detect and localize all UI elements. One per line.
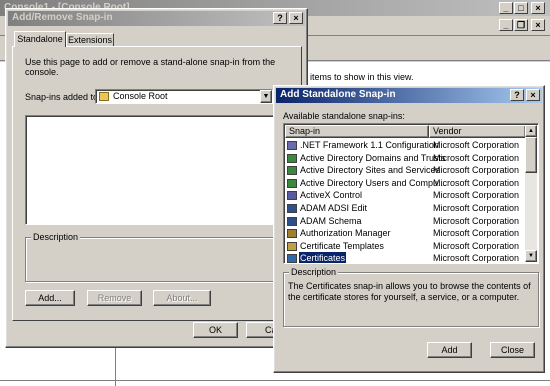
console-maximize-icon[interactable]: □ (514, 2, 528, 14)
ad-domains-icon (287, 153, 297, 163)
snapins-added-to-value: Console Root (113, 91, 168, 101)
ad-sites-icon (287, 166, 297, 176)
authorization-icon (287, 229, 297, 239)
table-row[interactable]: Certificate Templates Microsoft Corporati… (285, 240, 526, 253)
scroll-down-icon[interactable]: ▼ (525, 250, 537, 262)
certificate-templates-icon (287, 241, 297, 251)
snapin-name: Active Directory Domains and Trusts (300, 152, 446, 163)
column-header-vendor[interactable]: Vendor (429, 125, 526, 138)
standalone-close-icon[interactable]: × (526, 89, 540, 101)
snapins-added-to-dropdown[interactable]: Console Root ▼ (95, 89, 273, 104)
snapin-dialog-title: Add/Remove Snap-in (12, 12, 113, 23)
table-row[interactable]: Certificates Microsoft Corporation (285, 251, 526, 264)
table-row[interactable]: Authorization Manager Microsoft Corporati… (285, 227, 526, 240)
table-row[interactable]: ADAM ADSI Edit Microsoft Corporation (285, 202, 526, 215)
standalone-description-group: Description The Certificates snap-in all… (283, 267, 539, 327)
standalone-dialog-titlebar: Add Standalone Snap-in ? × (276, 88, 542, 103)
snapin-vendor: Microsoft Corporation (433, 165, 520, 176)
add-snapin-button[interactable]: Add... (25, 290, 75, 306)
snapin-vendor: Microsoft Corporation (433, 240, 520, 251)
snapin-name: .NET Framework 1.1 Configuration (300, 140, 439, 150)
ok-button[interactable]: OK (193, 322, 238, 338)
table-row[interactable]: .NET Framework 1.1 Configuration Microsof… (285, 139, 526, 152)
schema-icon (287, 216, 297, 226)
close-button[interactable]: Close (490, 342, 535, 358)
snapin-name: ADAM Schema (300, 215, 362, 226)
snapin-close-icon[interactable]: × (289, 12, 303, 24)
scroll-thumb[interactable] (525, 137, 537, 173)
chevron-down-icon[interactable]: ▼ (260, 90, 272, 103)
snapin-help-icon[interactable]: ? (273, 12, 287, 24)
table-row[interactable]: Active Directory Sites and Services Micro… (285, 164, 526, 177)
table-row[interactable]: ADAM Schema Microsoft Corporation (285, 215, 526, 228)
net-framework-icon (287, 141, 297, 150)
console-close-icon[interactable]: × (531, 2, 545, 14)
snapin-name: ADAM ADSI Edit (300, 203, 368, 213)
tab-standalone-label: Standalone (17, 34, 63, 44)
console-hint: items to show in this view. (310, 72, 414, 82)
vertical-scrollbar[interactable]: ▲ ▼ (525, 125, 537, 262)
tab-extensions[interactable]: Extensions (66, 33, 114, 47)
tab-standalone[interactable]: Standalone (14, 31, 66, 47)
snapin-vendor: Microsoft Corporation (433, 140, 520, 150)
console-minimize-icon[interactable]: _ (499, 2, 513, 14)
snapin-vendor: Microsoft Corporation (433, 228, 520, 239)
column-header-snapin[interactable]: Snap-in (285, 125, 429, 138)
snapin-vendor: Microsoft Corporation (433, 177, 520, 188)
snapin-dialog-titlebar: Add/Remove Snap-in ? × (8, 11, 305, 26)
folder-icon (99, 92, 109, 101)
standalone-description-label: Description (289, 267, 339, 277)
scroll-up-icon[interactable]: ▲ (525, 125, 537, 137)
child-minimize-icon[interactable]: _ (499, 19, 513, 31)
snapin-vendor: Microsoft Corporation (433, 203, 520, 213)
standalone-dialog: Add Standalone Snap-in ? × Available sta… (273, 85, 545, 373)
child-close-icon[interactable]: × (531, 19, 545, 31)
ad-users-icon (287, 178, 297, 188)
standalone-description-text: The Certificates snap-in allows you to b… (288, 281, 531, 302)
certificates-icon (287, 254, 297, 263)
snapin-name: Authorization Manager (300, 228, 391, 239)
snapin-name: Active Directory Users and Compu... (300, 177, 446, 188)
snapin-name: ActiveX Control (300, 190, 363, 201)
tab-extensions-label: Extensions (67, 35, 113, 45)
snapin-instruction: Use this page to add or remove a stand-a… (25, 57, 276, 77)
snapin-vendor: Microsoft Corporation (433, 253, 520, 264)
snapin-list[interactable]: Snap-in Vendor .NET Framework 1.1 Config… (283, 123, 539, 264)
snapin-vendor: Microsoft Corporation (433, 215, 520, 226)
snapin-description-group: Description (25, 232, 290, 282)
available-snapins-label: Available standalone snap-ins: (283, 111, 405, 121)
activex-icon (287, 191, 297, 201)
standalone-help-icon[interactable]: ? (510, 89, 524, 101)
table-row[interactable]: Active Directory Domains and Trusts Micro… (285, 152, 526, 165)
snapins-added-to-label: Snap-ins added to: (25, 92, 101, 102)
snapin-name: Certificates (297, 251, 348, 264)
snapin-vendor: Microsoft Corporation (433, 190, 520, 201)
snapin-description-label: Description (31, 232, 81, 242)
about-snapin-button[interactable]: About... (153, 290, 211, 306)
console-status-line (0, 380, 550, 381)
remove-snapin-button[interactable]: Remove (87, 290, 142, 306)
child-restore-icon[interactable]: ❐ (514, 19, 528, 31)
snapin-vendor: Microsoft Corporation (433, 152, 520, 163)
snapin-name: Certificate Templates (300, 240, 384, 251)
adsi-edit-icon (287, 204, 297, 213)
standalone-dialog-title: Add Standalone Snap-in (280, 89, 396, 100)
snapin-dialog: Add/Remove Snap-in ? × Standalone Extens… (5, 8, 308, 348)
snapin-rows: .NET Framework 1.1 Configuration Microsof… (285, 139, 526, 264)
table-row[interactable]: Active Directory Users and Compu... Micro… (285, 177, 526, 190)
tab-panel: Use this page to add or remove a stand-a… (12, 46, 302, 321)
snapins-added-list[interactable] (25, 115, 290, 225)
snapin-name: Active Directory Sites and Services (300, 165, 441, 176)
table-row[interactable]: ActiveX Control Microsoft Corporation (285, 189, 526, 202)
add-button[interactable]: Add (427, 342, 472, 358)
